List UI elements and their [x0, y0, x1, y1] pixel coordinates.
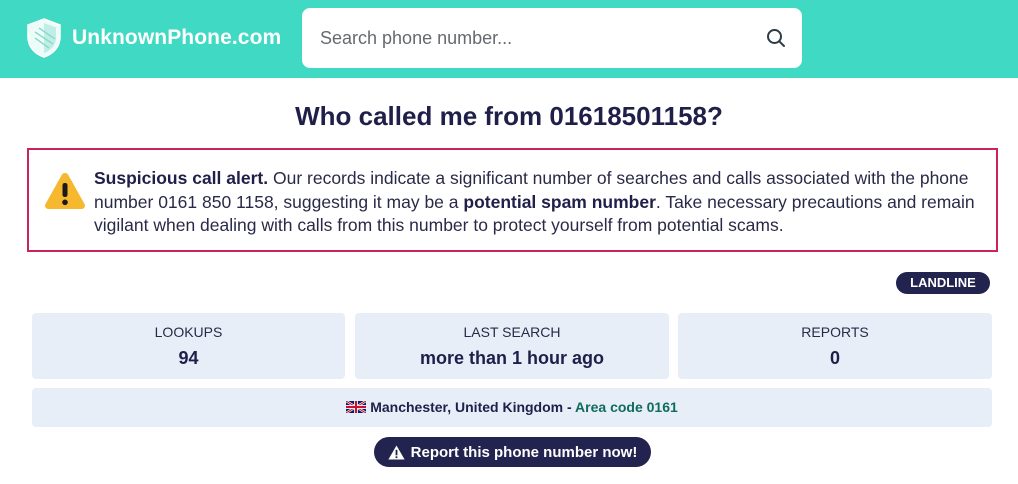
site-header: UnknownPhone.com	[0, 0, 1018, 78]
stat-value: more than 1 hour ago	[419, 348, 605, 368]
warning-icon	[388, 445, 405, 459]
location-place: Manchester, United Kingdom	[370, 399, 564, 415]
report-button-label: Report this phone number now!	[410, 443, 638, 461]
stat-value: 0	[829, 348, 840, 368]
uk-flag-icon	[346, 401, 367, 413]
warning-icon	[45, 173, 85, 209]
stat-label: LOOKUPS	[154, 324, 223, 340]
stat-card-last-search: LAST SEARCH more than 1 hour ago	[355, 313, 669, 379]
logo-text: UnknownPhone.com	[72, 26, 282, 49]
stat-card-reports: REPORTS 0	[678, 313, 992, 379]
search-input[interactable]	[320, 8, 740, 68]
stat-label: LAST SEARCH	[463, 324, 561, 340]
alert-heading: Suspicious call alert.	[94, 168, 269, 188]
search-icon[interactable]	[764, 26, 788, 50]
stat-label: REPORTS	[801, 324, 869, 340]
line-type-badge: LANDLINE	[896, 272, 990, 294]
alert-emphasis: potential spam number	[463, 191, 656, 212]
report-number-button[interactable]: Report this phone number now!	[374, 437, 651, 467]
site-logo[interactable]: UnknownPhone.com	[26, 17, 281, 59]
spam-alert-box: Suspicious call alert. Our records indic…	[27, 148, 998, 252]
location-separator: -	[563, 399, 576, 415]
alert-message: Suspicious call alert. Our records indic…	[94, 167, 984, 238]
area-code-link[interactable]: Area code 0161	[575, 399, 678, 415]
location-bar: Manchester, United Kingdom - Area code 0…	[32, 388, 992, 427]
shield-logo-icon	[27, 18, 61, 58]
stat-card-lookups: LOOKUPS 94	[32, 313, 345, 379]
page-title: Who called me from 01618501158?	[295, 101, 723, 131]
stat-value: 94	[178, 348, 199, 368]
search-box	[302, 8, 802, 68]
